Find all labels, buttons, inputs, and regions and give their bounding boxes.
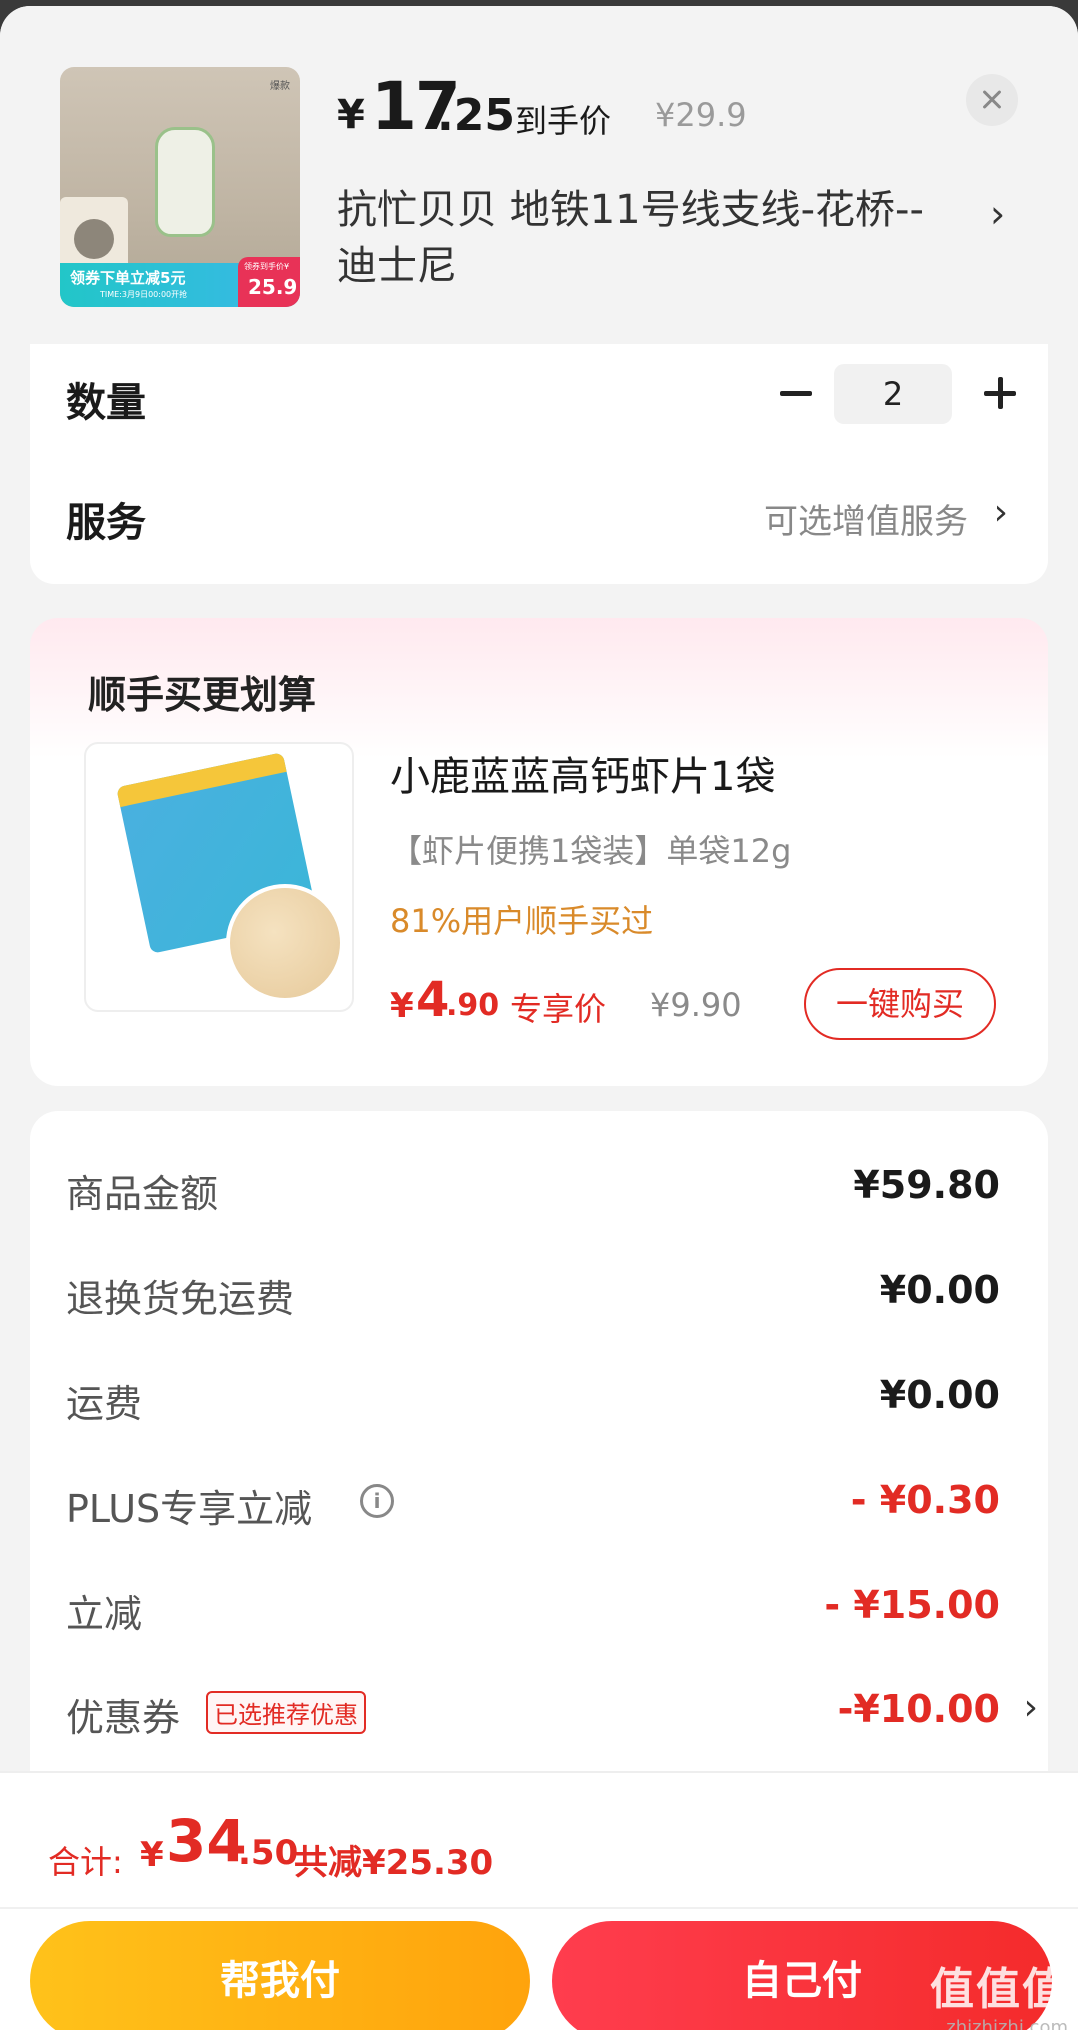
summary-label: 立减: [66, 1592, 143, 1636]
summary-value: - ¥0.30: [850, 1478, 1000, 1522]
addon-currency: ¥: [390, 986, 414, 1026]
chevron-right-icon[interactable]: ›: [990, 192, 1005, 236]
watermark-logo: 值值值: [930, 1964, 1068, 2015]
summary-value: ¥59.80: [853, 1163, 1000, 1207]
addon-social-proof: 81%用户顺手买过: [390, 902, 654, 940]
price-summary-card: 商品金额 ¥59.80 退换货免运费 ¥0.00 运费 ¥0.00 PLUS专享…: [30, 1111, 1048, 1801]
info-icon[interactable]: i: [360, 1484, 394, 1518]
price-label: 到手价: [515, 102, 612, 140]
thumb-price-badge: 领券到手价¥ 25.9: [238, 257, 300, 307]
addon-name[interactable]: 小鹿蓝蓝高钙虾片1袋: [390, 744, 775, 802]
watermark-url: zhizhizhi.com: [946, 2017, 1068, 2030]
chips-bowl-illustration: [226, 884, 344, 1002]
summary-row: 立减 - ¥15.00: [66, 1579, 1000, 1639]
summary-label: PLUS专享立减: [66, 1487, 313, 1531]
service-label: 服务: [66, 500, 146, 546]
summary-row: PLUS专享立减 i - ¥0.30: [66, 1474, 1000, 1534]
quantity-label: 数量: [66, 380, 146, 426]
summary-row: 退换货免运费 ¥0.00: [66, 1264, 1000, 1324]
coupon-row[interactable]: 优惠券 已选推荐优惠 -¥10.00 ›: [66, 1683, 1038, 1743]
sku-sheet: 爆款 领券下单立减5元 TIME:3月9日00:00开抢 领券到手价¥ 25.9…: [0, 6, 1078, 2030]
summary-label: 商品金额: [66, 1172, 219, 1216]
addon-title: 顺手买更划算: [88, 673, 317, 717]
quantity-stepper[interactable]: 2: [834, 364, 952, 424]
thumb-banner-sub: TIME:3月9日00:00开抢: [100, 290, 188, 299]
price-currency: ¥: [337, 92, 365, 138]
watermark: 值值值 zhizhizhi.com: [930, 1953, 1068, 2030]
chevron-right-icon[interactable]: ›: [994, 492, 1008, 533]
addon-price-label: 专享价: [510, 990, 607, 1028]
total-decimal: .50: [238, 1833, 299, 1873]
addon-card: 顺手买更划算 小鹿蓝蓝高钙虾片1袋 【虾片便携1袋装】单袋12g 81%用户顺手…: [30, 618, 1048, 1086]
checkout-footer: 合计: ¥ 34 .50 共减¥25.30 帮我付 自己付 值值值 zhizhi…: [0, 1771, 1078, 2030]
summary-value: ¥0.00: [879, 1268, 1000, 1312]
original-price: ¥29.9: [655, 96, 747, 134]
total-integer: 34: [166, 1807, 247, 1875]
product-thumbnail[interactable]: 爆款 领券下单立减5元 TIME:3月9日00:00开抢 领券到手价¥ 25.9: [60, 67, 300, 307]
summary-value: -¥10.00: [837, 1687, 1000, 1731]
summary-label: 优惠券: [66, 1696, 181, 1740]
quantity-service-card: 数量 2 服务 可选增值服务 ›: [30, 344, 1048, 584]
coupon-status-badge: 已选推荐优惠: [206, 1691, 366, 1734]
total-saved: 共减¥25.30: [294, 1843, 494, 1883]
summary-value: - ¥15.00: [824, 1583, 1000, 1627]
addon-price: ¥ 4 .90 专享价: [390, 968, 690, 1028]
plus-icon[interactable]: [974, 368, 1024, 418]
addon-price-decimal: .90: [446, 988, 500, 1023]
one-click-buy-button[interactable]: 一键购买: [804, 968, 996, 1040]
addon-price-integer: 4: [416, 972, 450, 1028]
product-header: 爆款 领券下单立减5元 TIME:3月9日00:00开抢 领券到手价¥ 25.9…: [0, 6, 1078, 344]
selected-spec[interactable]: 抗忙贝贝 地铁11号线支线-花桥--迪士尼: [337, 182, 937, 294]
summary-value: ¥0.00: [879, 1373, 1000, 1417]
romper-illustration: [155, 127, 215, 237]
total-currency: ¥: [140, 1835, 164, 1875]
summary-label: 运费: [66, 1382, 143, 1426]
minus-icon[interactable]: [770, 368, 820, 418]
summary-row: 运费 ¥0.00: [66, 1369, 1000, 1429]
summary-label: 退换货免运费: [66, 1277, 295, 1321]
thumb-tag: 爆款: [270, 81, 290, 92]
divider: [0, 1907, 1078, 1909]
help-pay-button[interactable]: 帮我付: [30, 1921, 530, 2030]
addon-desc: 【虾片便携1袋装】单袋12g: [390, 832, 792, 870]
service-option[interactable]: 可选增值服务: [764, 494, 968, 543]
price-decimal: .25: [437, 90, 515, 141]
total-label: 合计:: [48, 1843, 123, 1881]
addon-product-image[interactable]: [84, 742, 354, 1012]
addon-original-price: ¥9.90: [650, 986, 742, 1024]
summary-row: 商品金额 ¥59.80: [66, 1159, 1000, 1219]
chevron-right-icon[interactable]: ›: [1024, 1687, 1038, 1728]
close-icon[interactable]: [966, 74, 1018, 126]
total-amount: 合计: ¥ 34 .50 共减¥25.30: [48, 1807, 748, 1887]
badge-label: 领券到手价¥: [244, 262, 290, 271]
thumb-banner-text: 领券下单立减5元: [70, 269, 186, 287]
badge-value: 25.9: [248, 275, 298, 299]
